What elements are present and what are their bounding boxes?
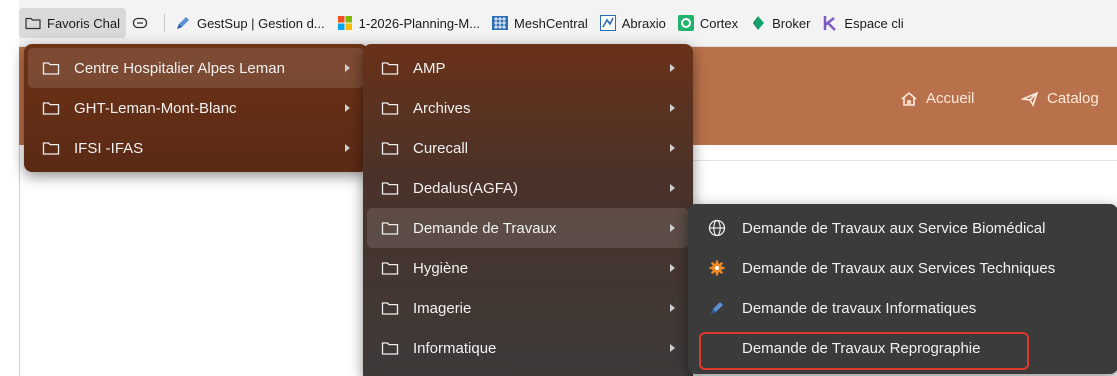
menu-item-hygiene[interactable]: Hygiène — [367, 248, 689, 288]
menu-item-amp[interactable]: AMP — [367, 48, 689, 88]
nav-home[interactable]: Accueil — [900, 90, 974, 107]
menu-item-label: Curecall — [413, 139, 469, 157]
bookmark-abraxio[interactable]: Abraxio — [594, 8, 672, 38]
menu-item-informatique[interactable]: Informatique — [367, 328, 689, 368]
folder-icon — [381, 62, 399, 75]
bookmark-gestsup[interactable]: GestSup | Gestion d... — [169, 8, 331, 38]
meshcentral-icon — [492, 15, 509, 31]
folder-icon — [381, 302, 399, 315]
menu-item-dedalus[interactable]: Dedalus(AGFA) — [367, 168, 689, 208]
demande-de-travaux-submenu: Demande de Travaux aux Service Biomédica… — [688, 204, 1117, 374]
bookmark-label: 1-2026-Planning-M... — [358, 15, 481, 31]
bookmark-reading-list[interactable] — [126, 8, 160, 38]
bookmark-espace-client[interactable]: Espace cli — [816, 8, 909, 38]
gestsup-pencil-icon — [175, 15, 191, 31]
folder-icon — [42, 62, 60, 75]
centre-hospitalier-submenu: AMP Archives Curecall Dedalus(AGFA) Dema… — [363, 44, 693, 376]
chevron-right-icon — [670, 104, 675, 112]
chevron-right-icon — [670, 64, 675, 72]
menu-item-demande-de-travaux[interactable]: Demande de Travaux — [367, 208, 689, 248]
menu-item-label: Dedalus(AGFA) — [413, 179, 519, 197]
chevron-right-icon — [345, 144, 350, 152]
bookmark-label: Cortex — [699, 15, 739, 31]
cortex-icon — [677, 15, 694, 31]
bookmark-meshcentral[interactable]: MeshCentral — [486, 8, 594, 38]
bookmark-separator — [163, 14, 165, 32]
menu-item-label: Hygiène — [413, 259, 469, 277]
bookmark-label: Espace cli — [844, 15, 904, 31]
menu-item-label: IFSI -IFAS — [74, 139, 144, 157]
menu-link-services-techniques[interactable]: Demande de Travaux aux Services Techniqu… — [692, 248, 1114, 288]
folder-icon — [381, 262, 399, 275]
menu-item-centre-hospitalier[interactable]: Centre Hospitalier Alpes Leman — [28, 48, 364, 88]
bookmark-label: Abraxio — [621, 15, 666, 31]
chevron-right-icon — [670, 264, 675, 272]
folder-icon — [381, 102, 399, 115]
send-icon — [1021, 91, 1039, 107]
menu-link-reprographie[interactable]: Demande de Travaux Reprographie — [692, 328, 1114, 368]
menu-item-label: Demande de Travaux — [413, 219, 557, 237]
gestsup-pencil-icon — [708, 299, 726, 317]
menu-link-biomedical[interactable]: Demande de Travaux aux Service Biomédica… — [692, 208, 1114, 248]
bookmark-label: Broker — [772, 15, 811, 31]
menu-item-label: Archives — [413, 99, 471, 117]
menu-item-label: Centre Hospitalier Alpes Leman — [74, 59, 285, 77]
chevron-right-icon — [670, 184, 675, 192]
favorites-folder-menu: Centre Hospitalier Alpes Leman GHT-Leman… — [24, 44, 368, 172]
broker-icon — [750, 15, 766, 31]
menu-item-ght-leman[interactable]: GHT-Leman-Mont-Blanc — [28, 88, 364, 128]
chevron-right-icon — [345, 104, 350, 112]
chevron-right-icon — [670, 304, 675, 312]
chevron-right-icon — [670, 224, 675, 232]
menu-item-imagerie[interactable]: Imagerie — [367, 288, 689, 328]
menu-item-curecall[interactable]: Curecall — [367, 128, 689, 168]
menu-item-label: Imagerie — [413, 299, 472, 317]
folder-icon — [381, 222, 399, 235]
nav-catalog-label: Catalog — [1047, 90, 1099, 107]
folder-icon — [381, 182, 399, 195]
bookmark-broker[interactable]: Broker — [744, 8, 816, 38]
menu-item-label: Demande de Travaux aux Service Biomédica… — [742, 219, 1046, 237]
bookmark-label: GestSup | Gestion d... — [196, 15, 325, 31]
menu-item-label: Demande de Travaux Reprographie — [742, 339, 981, 357]
microsoft-logo-icon — [337, 15, 353, 31]
bookmark-favoris-chal[interactable]: Favoris Chal — [19, 8, 126, 38]
chevron-right-icon — [345, 64, 350, 72]
menu-item-ifsi-ifas[interactable]: IFSI -IFAS — [28, 128, 364, 168]
home-icon — [901, 91, 917, 106]
bookmark-label: MeshCentral — [514, 15, 588, 31]
folder-icon — [381, 142, 399, 155]
bookmarks-bar: Favoris Chal GestSup | Gestion d... 1-20… — [19, 0, 1117, 47]
chevron-right-icon — [670, 144, 675, 152]
nav-home-label: Accueil — [926, 90, 975, 107]
folder-icon — [42, 102, 60, 115]
espace-client-k-icon — [822, 15, 838, 31]
bookmark-label: Favoris Chal — [47, 15, 120, 31]
chevron-right-icon — [670, 344, 675, 352]
menu-item-label: Demande de travaux Informatiques — [742, 299, 977, 317]
bookmark-folder-icon — [25, 15, 41, 31]
menu-item-label: GHT-Leman-Mont-Blanc — [74, 99, 237, 117]
orange-gear-icon — [708, 259, 726, 277]
abraxio-icon — [599, 15, 616, 31]
nav-catalog[interactable]: Catalog — [1021, 90, 1099, 107]
folder-icon — [381, 342, 399, 355]
menu-item-label: Informatique — [413, 339, 497, 357]
menu-link-informatiques[interactable]: Demande de travaux Informatiques — [692, 288, 1114, 328]
bookmark-planning[interactable]: 1-2026-Planning-M... — [331, 8, 486, 38]
menu-item-label: Demande de Travaux aux Services Techniqu… — [742, 259, 1056, 277]
globe-icon — [708, 219, 726, 237]
menu-item-archives[interactable]: Archives — [367, 88, 689, 128]
menu-item-label: AMP — [413, 59, 446, 77]
blank-favicon — [708, 339, 726, 357]
folder-icon — [42, 142, 60, 155]
reading-list-icon — [132, 15, 148, 31]
content-divider — [690, 160, 1117, 161]
bookmark-cortex[interactable]: Cortex — [672, 8, 744, 38]
